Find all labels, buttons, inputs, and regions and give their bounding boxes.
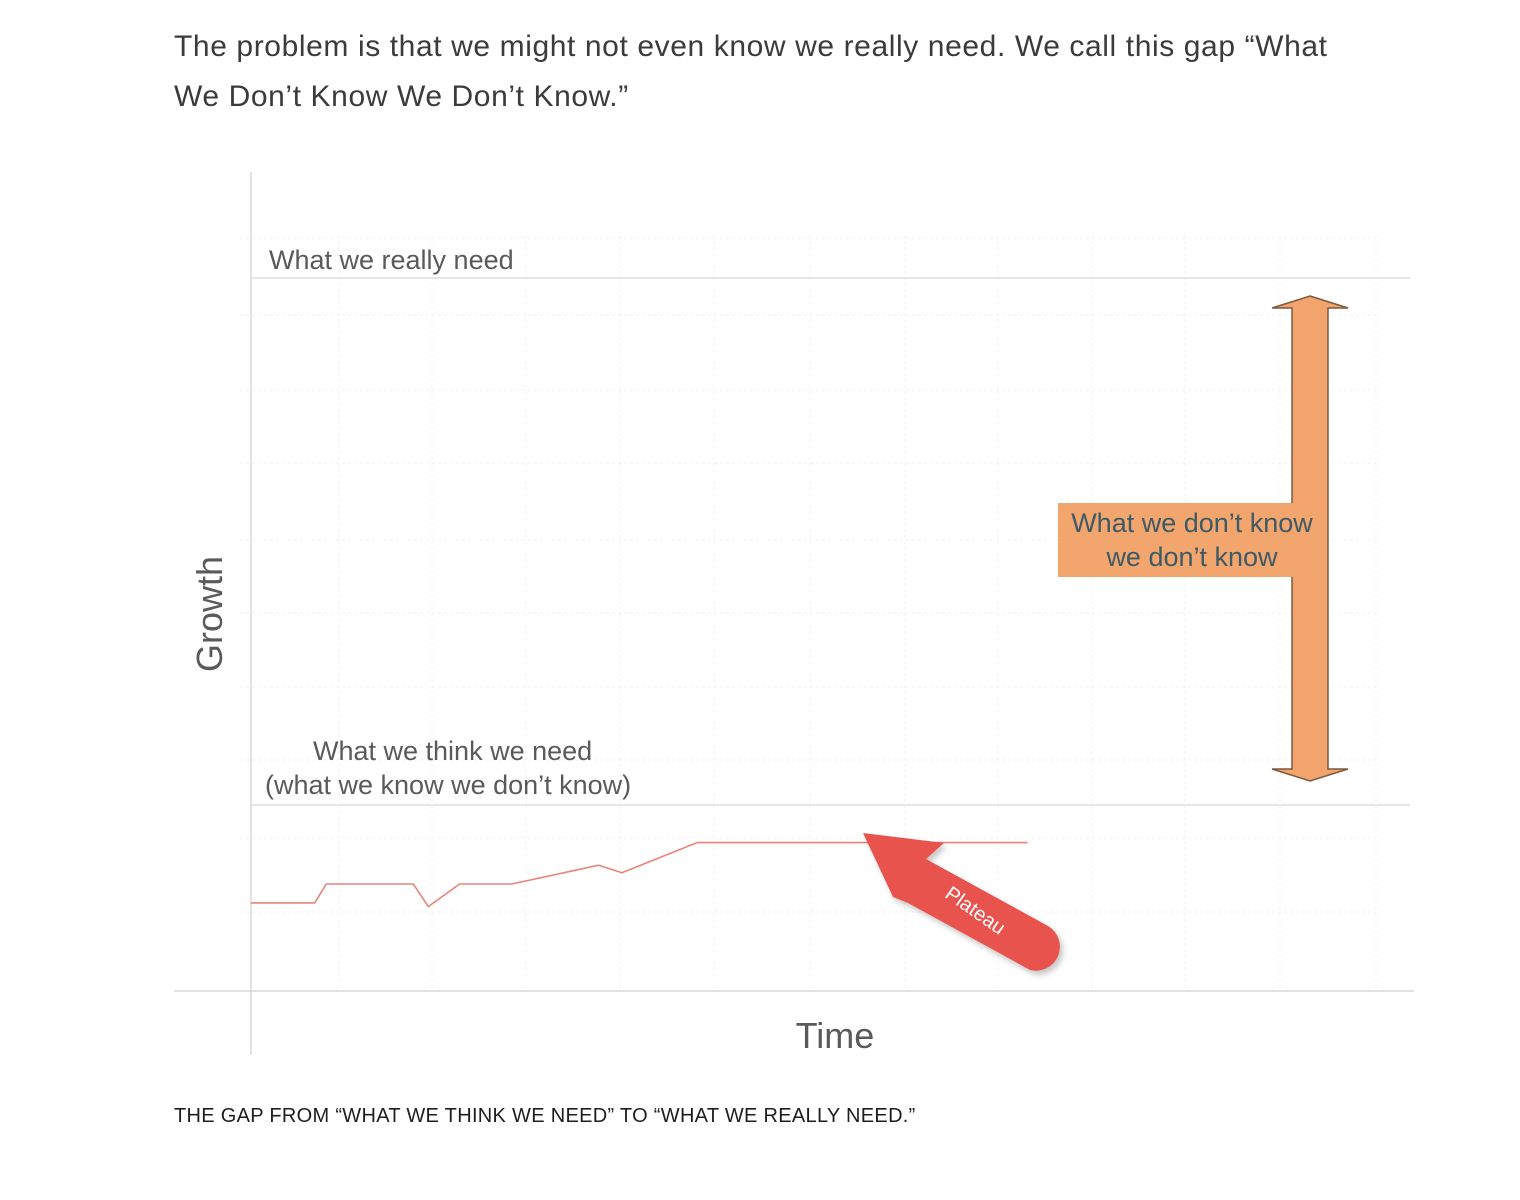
y-axis-label: Growth: [189, 556, 230, 672]
ref-label-really-need: What we really need: [269, 245, 514, 275]
ref-label-think-we-need: What we think we need: [313, 736, 592, 766]
gap-label-line-2: we don’t know: [1105, 542, 1278, 572]
x-axis-label: Time: [796, 1015, 875, 1056]
figure-caption: THE GAP FROM “WHAT WE THINK WE NEED” TO …: [174, 1105, 916, 1127]
grid: [240, 235, 1377, 990]
growth-chart: What we don’t know we don’t know Plateau…: [174, 172, 1414, 1056]
gap-label-line-1: What we don’t know: [1071, 508, 1313, 538]
ref-label-know-dont-know: (what we know we don’t know): [265, 770, 631, 800]
